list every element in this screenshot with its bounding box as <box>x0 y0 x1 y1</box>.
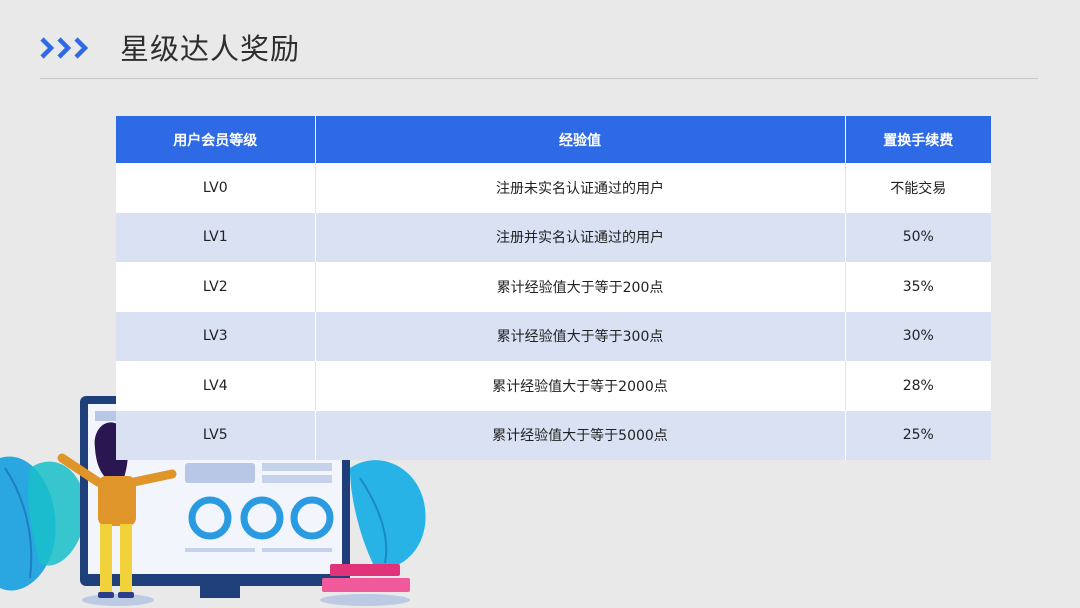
fee-cell: 35% <box>844 262 991 312</box>
table-header-row: 用户会员等级 经验值 置换手续费 <box>116 116 991 163</box>
table-row: LV1 注册并实名认证通过的用户 50% <box>116 212 991 262</box>
experience-cell: 累计经验值大于等于5000点 <box>314 410 845 460</box>
level-cell: LV2 <box>116 262 315 312</box>
table-row: LV3 累计经验值大于等于300点 30% <box>116 311 991 361</box>
fee-cell: 30% <box>844 311 991 361</box>
fee-cell: 25% <box>844 410 991 460</box>
level-cell: LV5 <box>116 410 315 460</box>
level-cell: LV4 <box>116 361 315 411</box>
experience-cell: 注册并实名认证通过的用户 <box>314 212 845 262</box>
table-row: LV0 注册未实名认证通过的用户 不能交易 <box>116 163 991 213</box>
column-header-experience: 经验值 <box>314 116 845 163</box>
experience-cell: 注册未实名认证通过的用户 <box>314 163 845 213</box>
table-row: LV2 累计经验值大于等于200点 35% <box>116 262 991 312</box>
fee-cell: 28% <box>844 361 991 411</box>
page-title: 星级达人奖励 <box>120 32 301 66</box>
triple-chevron-right-icon <box>40 37 89 59</box>
level-reward-table: 用户会员等级 经验值 置换手续费 LV0 注册未实名认证通过的用户 不能交易 L… <box>116 116 991 460</box>
level-cell: LV0 <box>116 163 315 213</box>
experience-cell: 累计经验值大于等于2000点 <box>314 361 845 411</box>
fee-cell: 不能交易 <box>844 163 991 213</box>
level-cell: LV1 <box>116 212 315 262</box>
experience-cell: 累计经验值大于等于200点 <box>314 262 845 312</box>
table-row: LV4 累计经验值大于等于2000点 28% <box>116 361 991 411</box>
fee-cell: 50% <box>844 212 991 262</box>
title-divider <box>40 78 1038 79</box>
experience-cell: 累计经验值大于等于300点 <box>314 311 845 361</box>
level-cell: LV3 <box>116 311 315 361</box>
column-header-level: 用户会员等级 <box>116 116 315 163</box>
table-row: LV5 累计经验值大于等于5000点 25% <box>116 410 991 460</box>
column-header-fee: 置换手续费 <box>844 116 991 163</box>
